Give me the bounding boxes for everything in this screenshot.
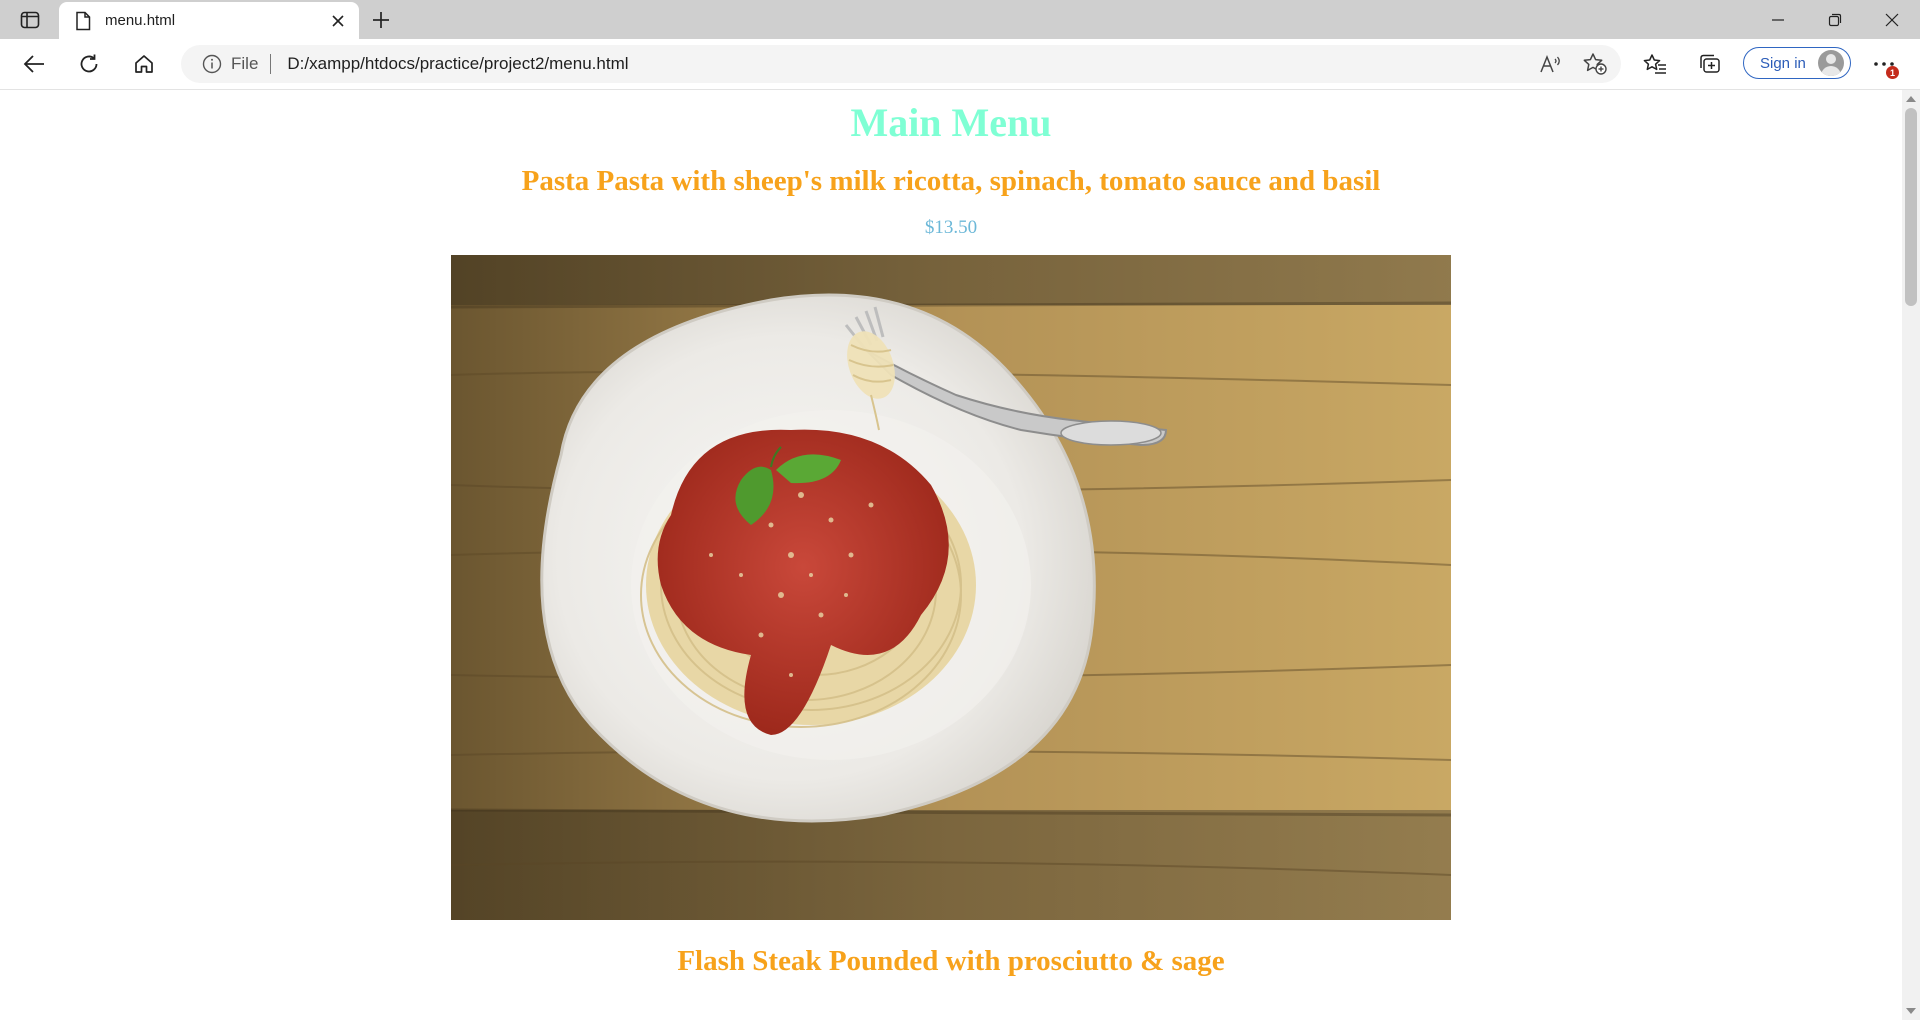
page-viewport: Main Menu Pasta Pasta with sheep's milk … — [0, 90, 1902, 1020]
refresh-icon[interactable] — [71, 47, 107, 81]
address-bar[interactable]: File D:/xampp/htdocs/practice/project2/m… — [181, 45, 1621, 83]
dish-name: Flash Steak Pounded with prosciutto & sa… — [677, 945, 1225, 977]
back-arrow-icon[interactable] — [16, 47, 52, 81]
more-options-icon[interactable]: 1 — [1866, 47, 1902, 81]
new-tab-icon[interactable] — [366, 5, 396, 35]
dish-price: $13.50 — [924, 217, 978, 238]
browser-toolbar: File D:/xampp/htdocs/practice/project2/m… — [0, 39, 1920, 90]
sign-in-button[interactable]: Sign in — [1743, 47, 1851, 79]
browser-window: menu.html File D:/xampp/htdocs/practice/… — [0, 0, 1920, 1020]
dish-name: Pasta Pasta with sheep's milk ricotta, s… — [521, 165, 1381, 197]
home-icon[interactable] — [126, 47, 162, 81]
spaghetti-photo — [451, 255, 1451, 920]
restore-icon[interactable] — [1806, 0, 1863, 39]
tab-actions-icon[interactable] — [14, 8, 46, 32]
minimize-icon[interactable] — [1749, 0, 1806, 39]
favorites-icon[interactable] — [1637, 47, 1673, 81]
window-controls — [1749, 0, 1920, 39]
scrollbar-thumb[interactable] — [1905, 108, 1917, 306]
sign-in-label: Sign in — [1760, 54, 1806, 72]
avatar — [1817, 50, 1844, 76]
url-text[interactable]: D:/xampp/htdocs/practice/project2/menu.h… — [287, 54, 1533, 74]
close-tab-icon[interactable] — [323, 6, 353, 36]
scroll-up-icon[interactable] — [1906, 96, 1916, 102]
page-title: Main Menu — [850, 100, 1052, 145]
address-separator — [270, 54, 272, 74]
read-aloud-icon[interactable] — [1533, 47, 1569, 81]
add-favorite-icon[interactable] — [1577, 47, 1613, 81]
vertical-scrollbar[interactable] — [1902, 90, 1920, 1020]
tab-title: menu.html — [105, 12, 176, 29]
scroll-down-icon[interactable] — [1906, 1008, 1916, 1014]
file-icon — [73, 10, 93, 32]
tab-menu-html[interactable]: menu.html — [59, 2, 359, 39]
collections-icon[interactable] — [1692, 47, 1728, 81]
tab-strip: menu.html — [0, 0, 1920, 39]
info-icon[interactable] — [201, 53, 223, 75]
notification-badge: 1 — [1886, 66, 1899, 79]
close-window-icon[interactable] — [1863, 0, 1920, 39]
scheme-label: File — [231, 54, 259, 73]
